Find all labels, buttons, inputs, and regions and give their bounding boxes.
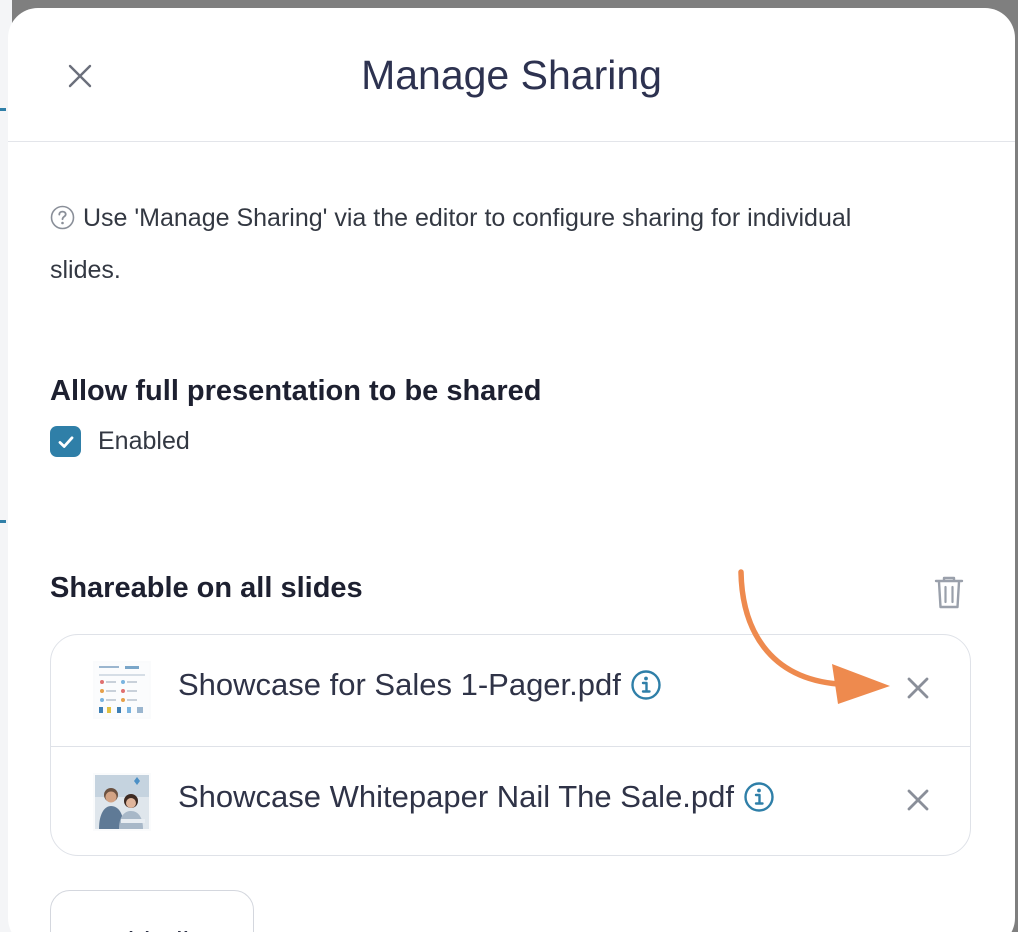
enabled-checkbox[interactable] [50,426,81,457]
file-row: Showcase for Sales 1-Pager.pdf [51,635,970,746]
file-list: Showcase for Sales 1-Pager.pdf Showcase … [50,634,971,856]
file-name-label: Showcase for Sales 1-Pager.pdf [178,667,621,702]
enabled-checkbox-label: Enabled [98,427,190,455]
add-file-button[interactable]: Add File [50,890,254,932]
help-text-label: Use 'Manage Sharing' via the editor to c… [50,204,852,284]
modal-title: Manage Sharing [361,52,662,98]
question-circle-icon [50,198,75,246]
remove-file-close-icon[interactable] [905,787,931,813]
pdf-page-thumbnail [93,661,151,719]
file-name: Showcase for Sales 1-Pager.pdf [178,667,662,703]
file-row: Showcase Whitepaper Nail The Sale.pdf [51,746,970,855]
file-name: Showcase Whitepaper Nail The Sale.pdf [178,779,775,815]
background-fragment [0,520,6,523]
trash-icon[interactable] [933,574,965,610]
background-fragment [0,108,6,111]
remove-file-close-icon[interactable] [905,675,931,701]
shareable-heading: Shareable on all slides [50,572,363,604]
checkmark-icon [58,435,73,448]
modal-header: Manage Sharing [8,8,1015,142]
photo-thumbnail [93,773,151,831]
manage-sharing-modal: Manage Sharing Use 'Manage Sharing' via … [8,8,1015,932]
file-name-label: Showcase Whitepaper Nail The Sale.pdf [178,779,735,814]
info-icon[interactable] [630,669,662,701]
full-presentation-heading: Allow full presentation to be shared [50,375,542,407]
help-text: Use 'Manage Sharing' via the editor to c… [50,194,890,294]
enabled-checkbox-row[interactable]: Enabled [50,426,190,457]
info-icon[interactable] [743,781,775,813]
